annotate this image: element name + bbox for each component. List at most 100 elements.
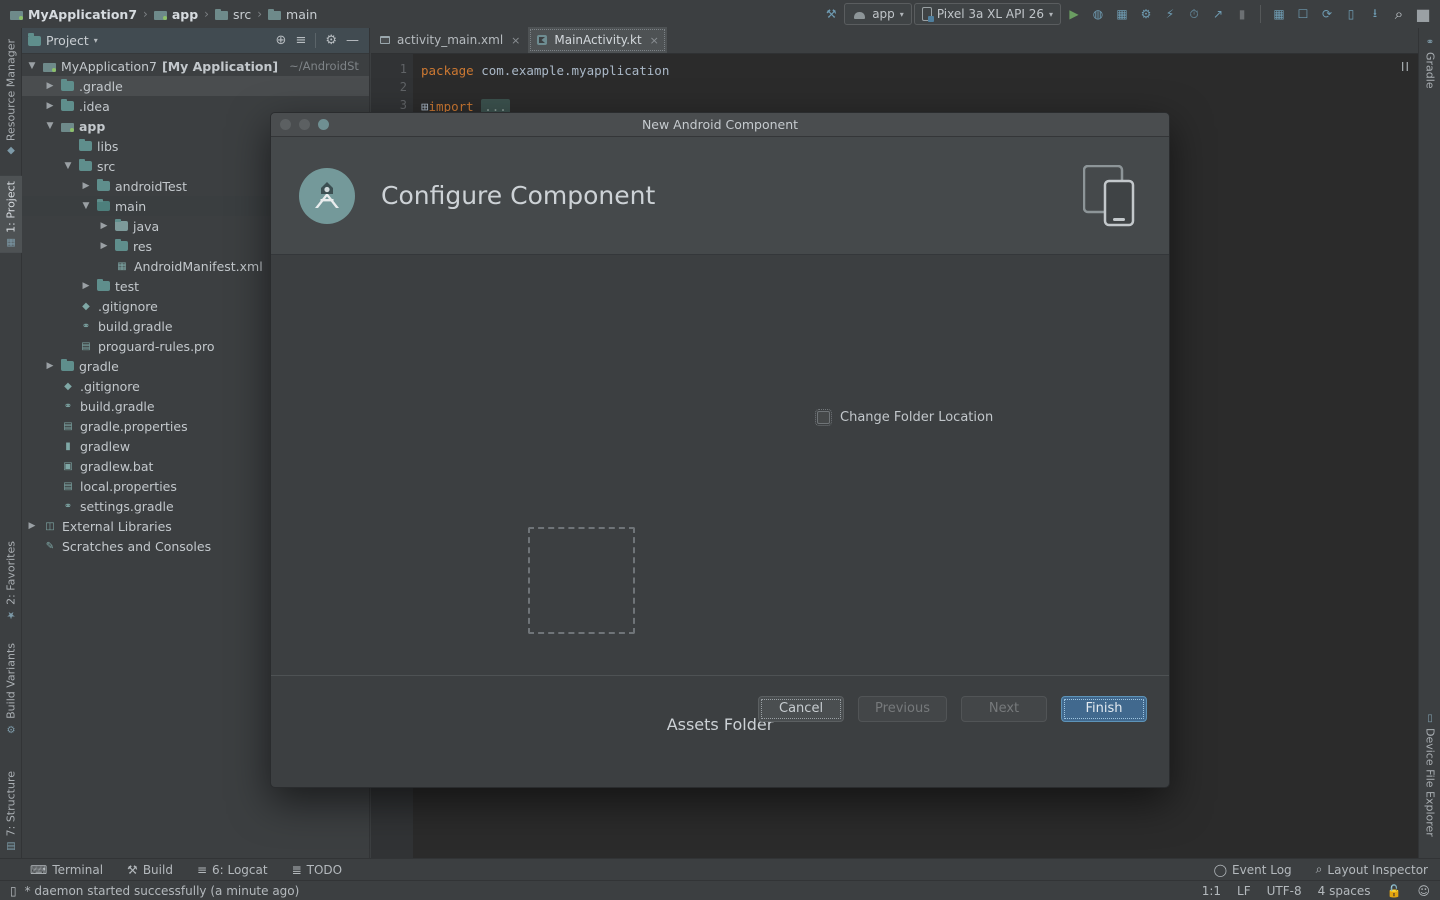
inspection-face-icon[interactable]: ☺ <box>1417 884 1430 898</box>
locate-icon[interactable]: ⊕ <box>276 34 287 47</box>
device-label: Pixel 3a XL API 26 <box>936 7 1044 21</box>
module-icon <box>43 61 56 72</box>
tree-node-label: MyApplication7 <box>61 58 157 74</box>
finish-button[interactable]: Finish <box>1061 695 1147 722</box>
tree-node-label: .idea <box>79 98 110 114</box>
settings-gear-icon[interactable]: ⚙ <box>325 34 337 47</box>
indent-setting[interactable]: 4 spaces <box>1318 884 1371 898</box>
line-number: 1 <box>399 62 407 76</box>
apply-code-changes-icon[interactable]: ⏱ <box>1183 3 1205 25</box>
sidebar-item-structure[interactable]: ▤ 7: Structure <box>0 766 22 856</box>
expand-arrow-right-icon[interactable]: ▶ <box>44 81 56 91</box>
expand-arrow-right-icon[interactable]: ▶ <box>44 101 56 111</box>
run-coverage-icon[interactable]: ▦ <box>1111 3 1133 25</box>
android-studio-logo <box>299 167 355 224</box>
dialog-title-bar[interactable]: New Android Component <box>271 113 1169 137</box>
expand-arrow-down-icon[interactable]: ▼ <box>80 201 92 211</box>
breadcrumb-item-main[interactable]: main <box>268 7 317 22</box>
toolwindow-logcat[interactable]: ≡ 6: Logcat <box>185 863 280 877</box>
layout-panel-icon[interactable]: ■ <box>1412 3 1434 25</box>
close-icon[interactable]: × <box>650 34 659 47</box>
expand-arrow-right-icon[interactable]: ▶ <box>80 181 92 191</box>
tab-activity-main-xml[interactable]: activity_main.xml × <box>371 27 528 53</box>
sidebar-item-project[interactable]: ▦ 1: Project <box>0 176 22 253</box>
next-button[interactable]: Next <box>961 695 1047 722</box>
sidebar-item-build-variants[interactable]: ⚙ Build Variants <box>0 638 22 739</box>
project-structure-icon[interactable]: ⭳ <box>1364 3 1386 25</box>
gradle-file-icon: ⚭ <box>63 400 73 412</box>
right-toolwindow-strip: ⚭ Gradle ▯ Device File Explorer <box>1418 28 1440 858</box>
expand-arrow-down-icon[interactable]: ▼ <box>26 61 38 71</box>
stop-icon[interactable]: ▮ <box>1231 3 1253 25</box>
expand-arrow-right-icon[interactable]: ▶ <box>44 361 56 371</box>
expand-arrow-down-icon[interactable]: ▼ <box>44 121 56 131</box>
tree-node-myapplication7[interactable]: ▼ MyApplication7 [My Application] ~/Androi… <box>22 56 369 76</box>
toolwindow-label: 6: Logcat <box>212 862 268 877</box>
expand-arrow-right-icon[interactable]: ▶ <box>26 521 38 531</box>
tree-node-label: gradle.properties <box>80 418 188 434</box>
sidebar-item-device-file-explorer[interactable]: ▯ Device File Explorer <box>1419 708 1440 842</box>
sidebar-item-gradle[interactable]: ⚭ Gradle <box>1419 32 1440 94</box>
debug-icon[interactable]: ◍ <box>1087 3 1109 25</box>
build-hammer-icon[interactable]: ⚒ <box>820 3 842 25</box>
sidebar-item-label: 2: Favorites <box>4 541 18 605</box>
bat-file-icon: ▣ <box>63 460 73 472</box>
expand-arrow-right-icon[interactable]: ▶ <box>98 221 110 231</box>
code-line-1: package com.example.myapplication <box>421 62 669 80</box>
line-separator[interactable]: LF <box>1237 884 1251 898</box>
project-panel-title-group[interactable]: Project ▾ <box>28 33 98 48</box>
device-selector[interactable]: Pixel 3a XL API 26 ▾ <box>913 3 1061 25</box>
encoding[interactable]: UTF-8 <box>1267 884 1302 898</box>
status-message: * daemon started successfully (a minute … <box>24 883 300 898</box>
toolwindow-build[interactable]: ⚒ Build <box>115 863 185 877</box>
gradle-sync-icon[interactable]: ⟳ <box>1316 3 1338 25</box>
status-bar: ▯ * daemon started successfully (a minut… <box>0 880 1440 900</box>
star-icon: ★ <box>5 608 17 620</box>
expand-arrow-right-icon[interactable]: ▶ <box>80 281 92 291</box>
tree-node-label: External Libraries <box>62 518 172 534</box>
apply-changes-icon[interactable]: ⚡ <box>1159 3 1181 25</box>
line-number: 2 <box>399 80 407 94</box>
breadcrumb-item-app[interactable]: app <box>153 7 198 22</box>
toolwindow-event-log[interactable]: ◯ Event Log <box>1202 863 1304 877</box>
sidebar-item-label: 1: Project <box>4 181 18 233</box>
sidebar-item-resource-manager[interactable]: ◆ Resource Manager <box>0 34 22 161</box>
expand-arrow-right-icon[interactable]: ▶ <box>98 241 110 251</box>
cancel-button[interactable]: Cancel <box>758 695 845 722</box>
toolwindow-layout-inspector[interactable]: ⌕ Layout Inspector <box>1304 862 1440 877</box>
change-folder-location-row[interactable]: Change Folder Location <box>815 409 993 426</box>
previous-button[interactable]: Previous <box>858 695 947 722</box>
caret-position[interactable]: 1:1 <box>1202 884 1221 898</box>
memory-indicator-icon[interactable]: ▯ <box>10 884 17 898</box>
device-manager-icon[interactable]: ▯ <box>1340 3 1362 25</box>
gradle-file-icon: ⚭ <box>63 500 73 512</box>
avd-manager-icon[interactable]: ☐ <box>1292 3 1314 25</box>
breadcrumb-item-src[interactable]: src <box>214 7 251 22</box>
tab-label: activity_main.xml <box>397 33 504 47</box>
toolwindow-todo[interactable]: ≣ TODO <box>280 863 355 877</box>
status-bar-left: ▯ * daemon started successfully (a minut… <box>0 884 299 898</box>
sdk-manager-icon[interactable]: ▦ <box>1268 3 1290 25</box>
dialog-body: Change Folder Location Assets Folder Cre… <box>271 255 1169 741</box>
change-folder-location-checkbox[interactable] <box>815 409 832 426</box>
hide-icon[interactable]: — <box>346 34 359 47</box>
new-android-component-dialog: New Android Component Configure Componen… <box>270 112 1170 788</box>
toolwindow-terminal[interactable]: ⌨ Terminal <box>0 863 115 877</box>
chevron-down-icon: ▾ <box>899 9 904 19</box>
run-configuration-selector[interactable]: app ▾ <box>844 3 912 25</box>
toolbar-divider <box>1260 5 1261 23</box>
sidebar-item-favorites[interactable]: ★ 2: Favorites <box>0 536 22 625</box>
attach-debugger-icon[interactable]: ↗ <box>1207 3 1229 25</box>
unlocked-padlock-icon[interactable]: 🔓 <box>1387 884 1402 898</box>
tree-node-label: res <box>133 238 153 254</box>
collapse-all-icon[interactable]: ≡ <box>295 34 306 47</box>
run-icon[interactable]: ▶ <box>1063 3 1085 25</box>
tree-node-gradle[interactable]: ▶ .gradle <box>22 76 369 96</box>
expand-arrow-down-icon[interactable]: ▼ <box>62 161 74 171</box>
breadcrumb-item-project[interactable]: MyApplication7 <box>10 7 137 22</box>
close-icon[interactable]: × <box>511 34 520 47</box>
profiler-icon[interactable]: ⚙ <box>1135 3 1157 25</box>
tab-main-activity-kt[interactable]: MainActivity.kt × <box>528 27 667 53</box>
search-icon[interactable]: ⌕ <box>1388 3 1410 25</box>
